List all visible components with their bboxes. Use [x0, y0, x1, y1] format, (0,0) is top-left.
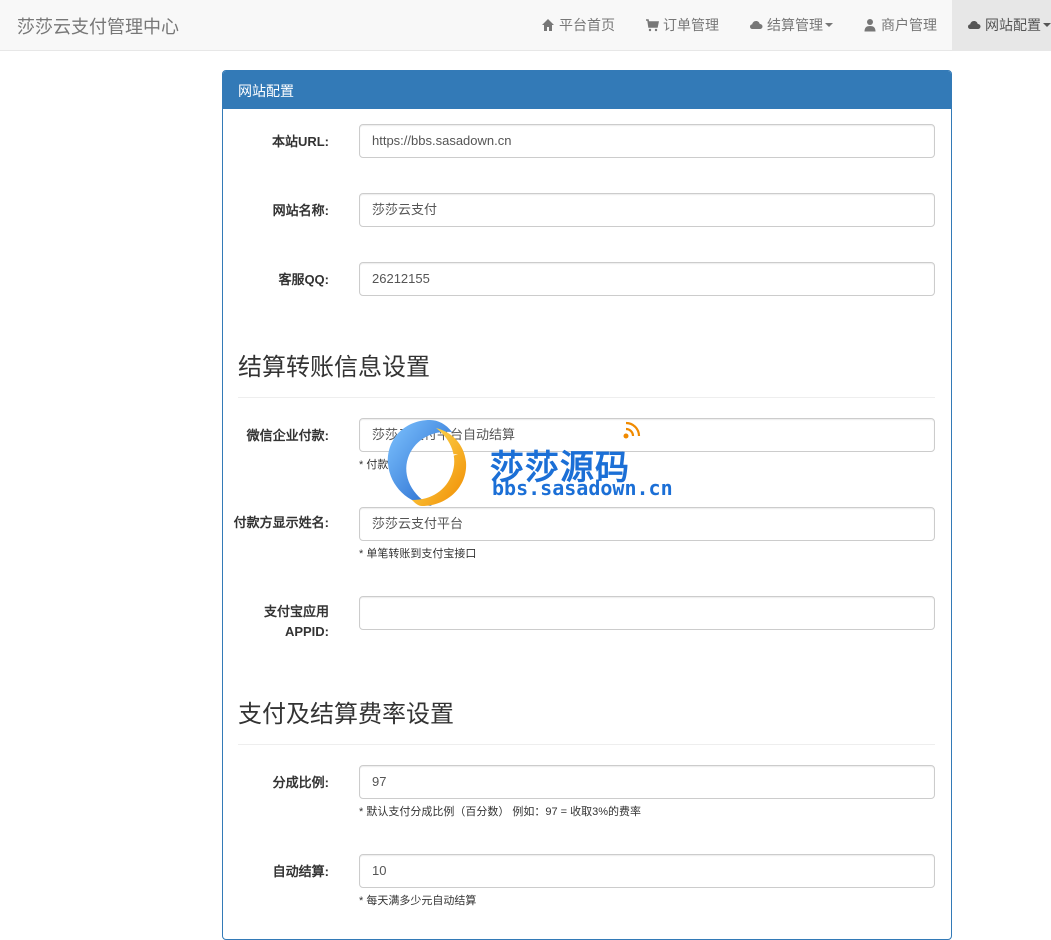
- service-qq-input[interactable]: 26212155: [359, 262, 935, 296]
- cloud-icon: [967, 18, 981, 32]
- nav-item-settlement[interactable]: 结算管理: [734, 0, 848, 50]
- panel-title: 网站配置: [223, 71, 951, 109]
- nav-label: 网站配置: [985, 17, 1041, 33]
- field-label: 本站URL:: [271, 134, 329, 149]
- help-text: * 默认支付分成比例（百分数） 例如：97 = 收取3%的费率: [359, 806, 642, 818]
- nav-label: 商户管理: [881, 17, 937, 33]
- site-name-input[interactable]: 莎莎云支付: [359, 193, 935, 227]
- site-url-input[interactable]: https://bbs.sasadown.cn: [359, 124, 935, 158]
- brand-title[interactable]: 莎莎云支付管理中心: [17, 13, 179, 39]
- auto-settle-input[interactable]: 10: [359, 854, 935, 888]
- chevron-down-icon: [825, 23, 833, 27]
- nav-item-site-config[interactable]: 网站配置: [952, 0, 1051, 50]
- split-ratio-input[interactable]: 97: [359, 765, 935, 799]
- nav-item-orders[interactable]: 订单管理: [630, 0, 734, 50]
- nav-label: 结算管理: [767, 17, 823, 33]
- field-label: 自动结算:: [272, 864, 329, 879]
- user-icon: [863, 18, 877, 32]
- chevron-down-icon: [1043, 23, 1051, 27]
- navbar: 莎莎云支付管理中心 平台首页 订单管理 结算管理 商户管理 网站配置: [0, 0, 1051, 51]
- cloud-icon: [749, 18, 763, 32]
- field-label: 分成比例:: [272, 775, 329, 790]
- watermark: 莎莎源码 bbs.sasadown.cn: [382, 414, 682, 514]
- nav-item-home[interactable]: 平台首页: [526, 0, 630, 50]
- cart-icon: [645, 18, 659, 32]
- field-label: 微信企业付款:: [246, 428, 329, 443]
- nav-item-merchants[interactable]: 商户管理: [848, 0, 952, 50]
- field-label: 支付宝应用APPID:: [263, 604, 329, 639]
- home-icon: [541, 18, 555, 32]
- section-title-transfer: 结算转账信息设置: [238, 354, 430, 381]
- alipay-appid-input[interactable]: [359, 596, 935, 630]
- section-title-rates: 支付及结算费率设置: [238, 701, 454, 728]
- section-divider: [238, 744, 935, 745]
- field-label: 客服QQ:: [278, 272, 329, 287]
- nav-menu: 平台首页 订单管理 结算管理 商户管理 网站配置: [526, 0, 1051, 50]
- watermark-url: bbs.sasadown.cn: [492, 476, 673, 500]
- help-text: * 单笔转账到支付宝接口: [359, 548, 477, 560]
- field-label: 网站名称:: [272, 203, 329, 218]
- signal-icon: [623, 421, 641, 439]
- help-text: * 每天满多少元自动结算: [359, 895, 477, 907]
- field-label: 付款方显示姓名:: [233, 515, 329, 530]
- watermark-logo-icon: [387, 420, 467, 506]
- section-divider: [238, 397, 935, 398]
- nav-label: 平台首页: [559, 17, 615, 33]
- nav-label: 订单管理: [663, 17, 719, 33]
